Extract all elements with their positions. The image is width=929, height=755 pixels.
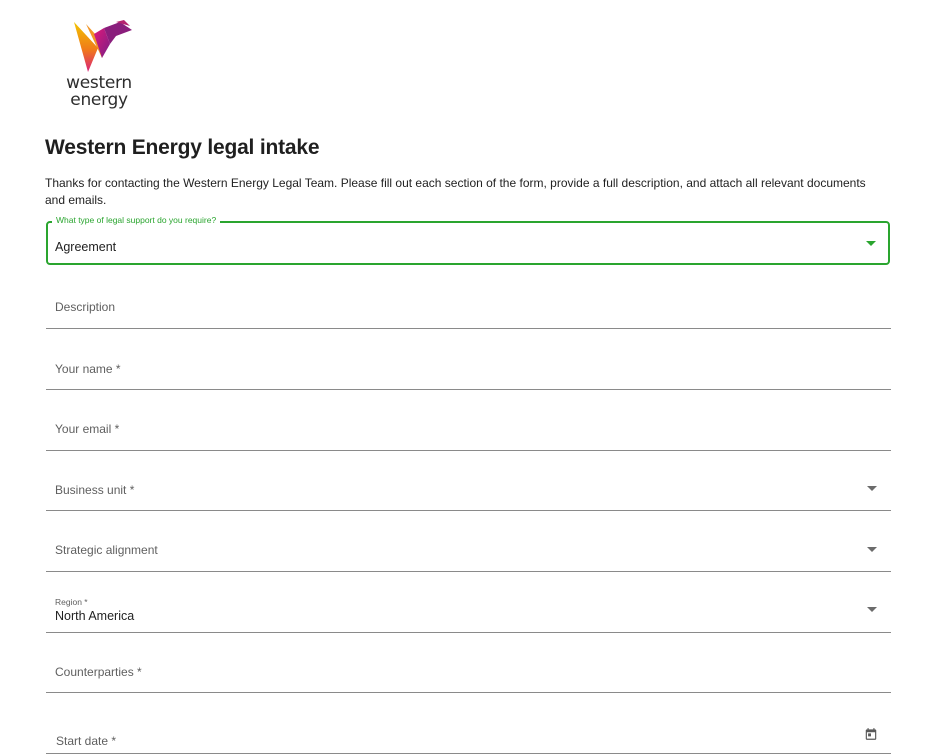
- chevron-down-icon[interactable]: [866, 241, 876, 246]
- logo-wordmark-line2: energy: [70, 90, 128, 110]
- counterparties-field[interactable]: Counterparties *: [46, 650, 891, 693]
- your-email-label: Your email *: [55, 422, 120, 436]
- business-unit-label: Business unit *: [55, 483, 135, 497]
- description-field[interactable]: Description: [46, 285, 891, 329]
- start-date-label: Start date *: [56, 734, 117, 748]
- business-unit-select[interactable]: Business unit *: [46, 468, 891, 511]
- support-type-select[interactable]: What type of legal support do you requir…: [46, 215, 890, 265]
- region-label: Region *: [55, 597, 88, 607]
- chevron-down-icon[interactable]: [867, 486, 877, 491]
- region-value: North America: [55, 609, 135, 623]
- chevron-down-icon[interactable]: [867, 547, 877, 552]
- logo-wordmark: western energy: [62, 75, 136, 109]
- chevron-down-icon[interactable]: [867, 607, 877, 612]
- your-name-field[interactable]: Your name *: [46, 347, 891, 390]
- support-type-label: What type of legal support do you requir…: [52, 215, 221, 225]
- calendar-icon[interactable]: [864, 727, 878, 741]
- page-title: Western Energy legal intake: [45, 136, 320, 159]
- intro-text: Thanks for contacting the Western Energy…: [45, 176, 866, 207]
- your-email-field[interactable]: Your email *: [46, 407, 891, 451]
- region-select[interactable]: Region * North America: [46, 590, 891, 633]
- strategic-alignment-select[interactable]: Strategic alignment: [46, 528, 891, 572]
- logo-mark-icon: [74, 20, 132, 72]
- your-name-label: Your name *: [55, 362, 121, 376]
- support-type-value: Agreement: [55, 240, 117, 254]
- western-energy-logo: western energy: [62, 18, 138, 114]
- strategic-alignment-label: Strategic alignment: [55, 543, 158, 557]
- counterparties-label: Counterparties *: [55, 665, 142, 679]
- description-label: Description: [55, 300, 116, 314]
- start-date-field[interactable]: Start date *: [46, 720, 891, 754]
